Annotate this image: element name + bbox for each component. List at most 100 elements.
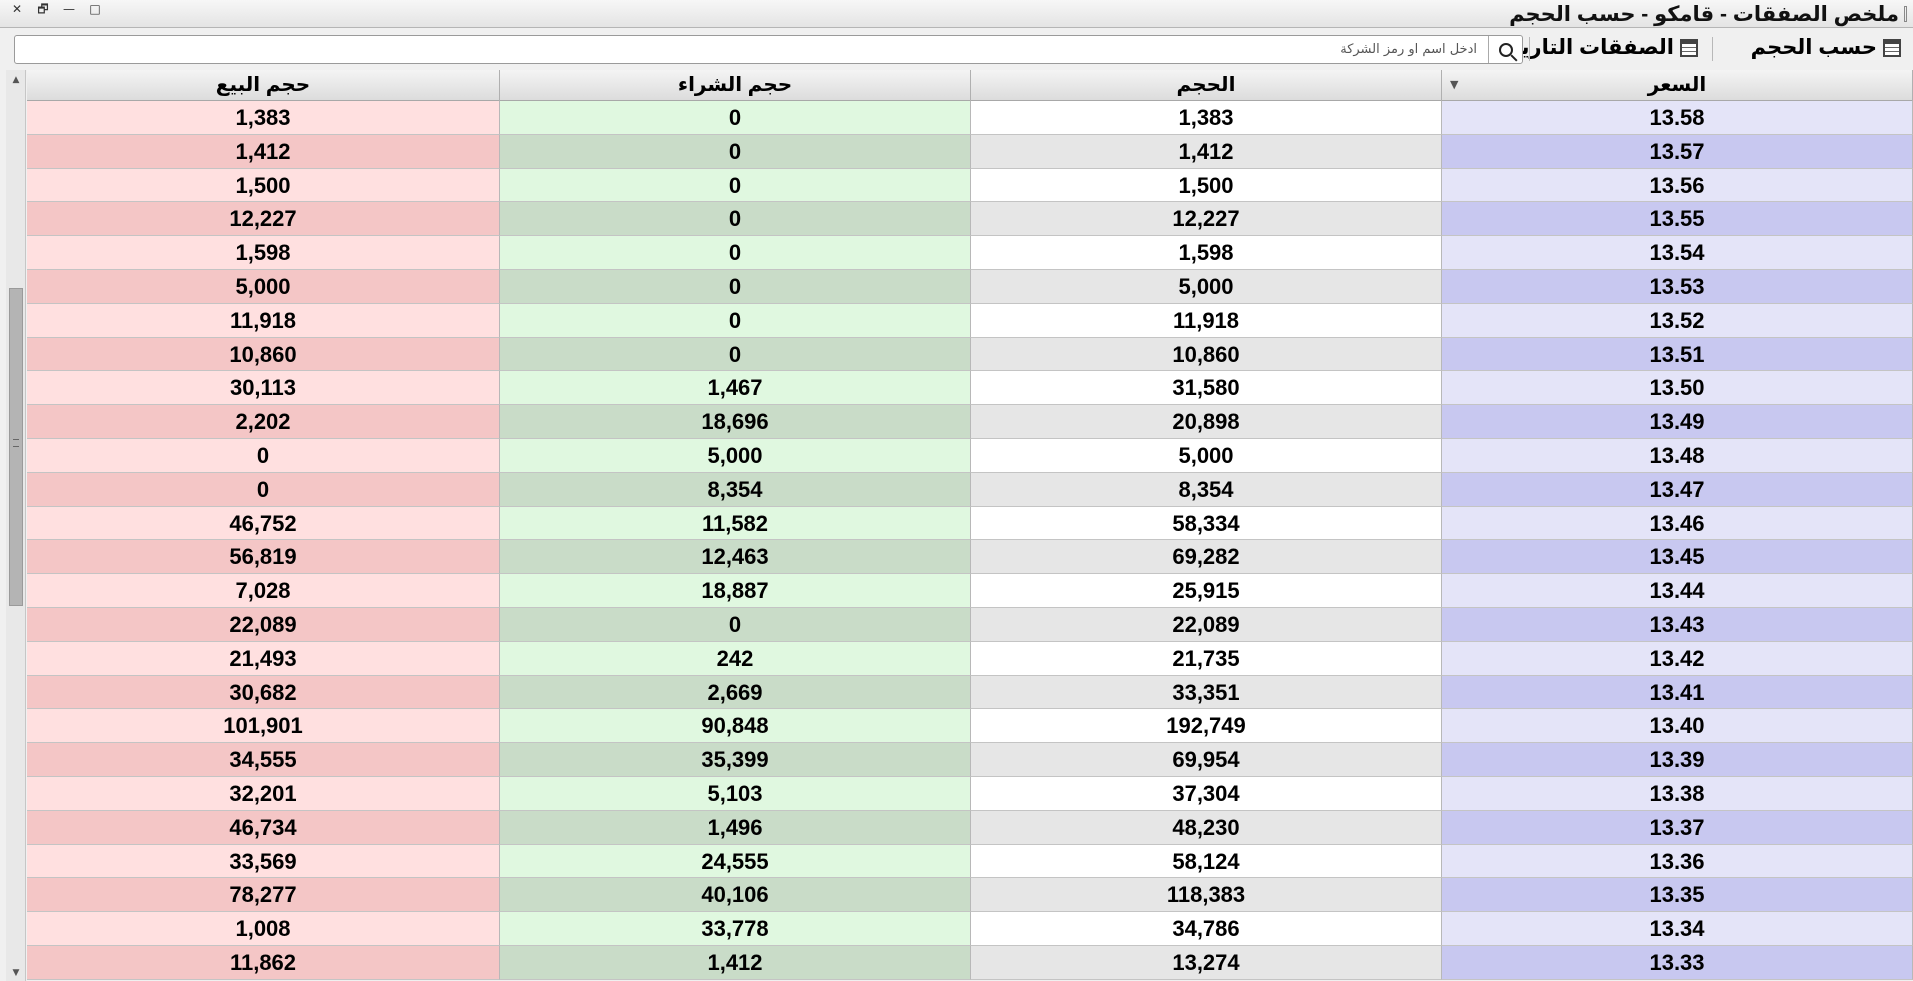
table-row[interactable]: 78,277 40,106 118,383 13.35 [27, 878, 1913, 913]
cell-sell-volume: 34,555 [27, 743, 500, 777]
table-row[interactable]: 1,500 0 1,500 13.56 [27, 168, 1913, 203]
cell-price: 13.42 [1442, 641, 1913, 676]
table-row[interactable]: 1,598 0 1,598 13.54 [27, 236, 1913, 270]
cell-sell-volume: 5,000 [27, 269, 500, 304]
cell-buy-volume: 11,582 [500, 506, 971, 541]
table-row[interactable]: 10,860 0 10,860 13.51 [27, 337, 1913, 372]
grip-icon [13, 439, 19, 447]
cell-sell-volume: 1,008 [27, 912, 500, 946]
table-row[interactable]: 46,734 1,496 48,230 13.37 [27, 810, 1913, 845]
column-header-volume[interactable]: الحجم [971, 70, 1442, 101]
title-bar: ✕ 🗗 — □ ملخص الصفقات - قامكو - حسب الحجم [0, 0, 1913, 28]
minimize-icon[interactable]: — [58, 2, 80, 16]
cell-buy-volume: 0 [500, 101, 971, 135]
cell-sell-volume: 11,862 [27, 945, 500, 980]
vertical-scrollbar[interactable]: ▲ ▼ [6, 70, 26, 981]
cell-volume: 5,000 [971, 438, 1442, 473]
table-row[interactable]: 12,227 0 12,227 13.55 [27, 202, 1913, 237]
cell-sell-volume: 78,277 [27, 878, 500, 913]
cell-price: 13.45 [1442, 540, 1913, 575]
cell-volume: 33,351 [971, 675, 1442, 710]
search-button[interactable] [1488, 36, 1522, 63]
search-icon [1498, 42, 1513, 57]
table-row[interactable]: 30,682 2,669 33,351 13.41 [27, 675, 1913, 710]
cell-volume: 37,304 [971, 776, 1442, 811]
table-row[interactable]: 1,412 0 1,412 13.57 [27, 134, 1913, 169]
cell-sell-volume: 22,089 [27, 607, 500, 642]
table-row[interactable]: 46,752 11,582 58,334 13.46 [27, 506, 1913, 541]
cell-volume: 13,274 [971, 945, 1442, 980]
cell-volume: 10,860 [971, 337, 1442, 372]
table-row[interactable]: 32,201 5,103 37,304 13.38 [27, 776, 1913, 811]
scroll-down-arrow-icon[interactable]: ▼ [6, 965, 26, 981]
column-header-buy-volume[interactable]: حجم الشراء [500, 70, 971, 101]
close-icon[interactable]: ✕ [6, 2, 28, 16]
cell-volume: 1,598 [971, 236, 1442, 270]
search-input[interactable] [15, 36, 1485, 63]
table-row[interactable]: 0 5,000 5,000 13.48 [27, 438, 1913, 473]
scroll-up-arrow-icon[interactable]: ▲ [6, 72, 26, 88]
cell-buy-volume: 0 [500, 134, 971, 169]
table-row[interactable]: 1,008 33,778 34,786 13.34 [27, 912, 1913, 946]
calendar-icon [1883, 38, 1901, 57]
table-row[interactable]: 33,569 24,555 58,124 13.36 [27, 844, 1913, 879]
table-row[interactable]: 2,202 18,696 20,898 13.49 [27, 405, 1913, 439]
scroll-thumb[interactable] [9, 288, 23, 606]
by-volume-label: حسب الحجم [1750, 36, 1877, 59]
cell-price: 13.40 [1442, 709, 1913, 744]
cell-buy-volume: 1,412 [500, 945, 971, 980]
cell-price: 13.39 [1442, 743, 1913, 777]
cell-volume: 22,089 [971, 607, 1442, 642]
column-header-price-label: السعر [1647, 74, 1707, 96]
table-row[interactable]: 56,819 12,463 69,282 13.45 [27, 540, 1913, 575]
cell-price: 13.52 [1442, 303, 1913, 338]
table-row[interactable]: 22,089 0 22,089 13.43 [27, 607, 1913, 642]
table-row[interactable]: 0 8,354 8,354 13.47 [27, 472, 1913, 507]
cell-sell-volume: 56,819 [27, 540, 500, 575]
cell-price: 13.48 [1442, 438, 1913, 473]
cell-volume: 58,334 [971, 506, 1442, 541]
cell-sell-volume: 101,901 [27, 709, 500, 744]
table-row[interactable]: 7,028 18,887 25,915 13.44 [27, 574, 1913, 608]
cell-buy-volume: 5,103 [500, 776, 971, 811]
table-row[interactable]: 11,918 0 11,918 13.52 [27, 303, 1913, 338]
cell-volume: 58,124 [971, 844, 1442, 879]
cell-sell-volume: 10,860 [27, 337, 500, 372]
cell-price: 13.33 [1442, 945, 1913, 980]
cell-sell-volume: 30,682 [27, 675, 500, 710]
cell-volume: 69,954 [971, 743, 1442, 777]
table-row[interactable]: 21,493 242 21,735 13.42 [27, 641, 1913, 676]
cell-price: 13.51 [1442, 337, 1913, 372]
cell-sell-volume: 46,752 [27, 506, 500, 541]
cell-volume: 69,282 [971, 540, 1442, 575]
cell-sell-volume: 32,201 [27, 776, 500, 811]
cell-buy-volume: 5,000 [500, 438, 971, 473]
cell-price: 13.43 [1442, 607, 1913, 642]
cell-sell-volume: 7,028 [27, 574, 500, 608]
cell-buy-volume: 40,106 [500, 878, 971, 913]
table-row[interactable]: 5,000 0 5,000 13.53 [27, 269, 1913, 304]
cell-volume: 1,500 [971, 168, 1442, 203]
cell-buy-volume: 0 [500, 202, 971, 237]
table-row[interactable]: 1,383 0 1,383 13.58 [27, 101, 1913, 135]
restore-icon[interactable]: 🗗 [32, 2, 54, 16]
table-row[interactable]: 34,555 35,399 69,954 13.39 [27, 743, 1913, 777]
cell-buy-volume: 2,669 [500, 675, 971, 710]
cell-buy-volume: 18,887 [500, 574, 971, 608]
table-row[interactable]: 30,113 1,467 31,580 13.50 [27, 371, 1913, 406]
search-box [14, 35, 1523, 64]
by-volume-button[interactable]: حسب الحجم [1751, 35, 1901, 60]
maximize-icon[interactable]: □ [84, 2, 106, 16]
cell-volume: 118,383 [971, 878, 1442, 913]
cell-buy-volume: 33,778 [500, 912, 971, 946]
table-header: حجم البيع حجم الشراء الحجم ▼ السعر [27, 70, 1913, 101]
table-row[interactable]: 101,901 90,848 192,749 13.40 [27, 709, 1913, 744]
cell-price: 13.57 [1442, 134, 1913, 169]
cell-price: 13.53 [1442, 269, 1913, 304]
column-header-sell-volume[interactable]: حجم البيع [27, 70, 500, 101]
table-row[interactable]: 11,862 1,412 13,274 13.33 [27, 945, 1913, 980]
cell-price: 13.49 [1442, 405, 1913, 439]
column-header-price[interactable]: ▼ السعر [1442, 70, 1913, 101]
toolbar-divider [1529, 37, 1530, 61]
cell-sell-volume: 21,493 [27, 641, 500, 676]
